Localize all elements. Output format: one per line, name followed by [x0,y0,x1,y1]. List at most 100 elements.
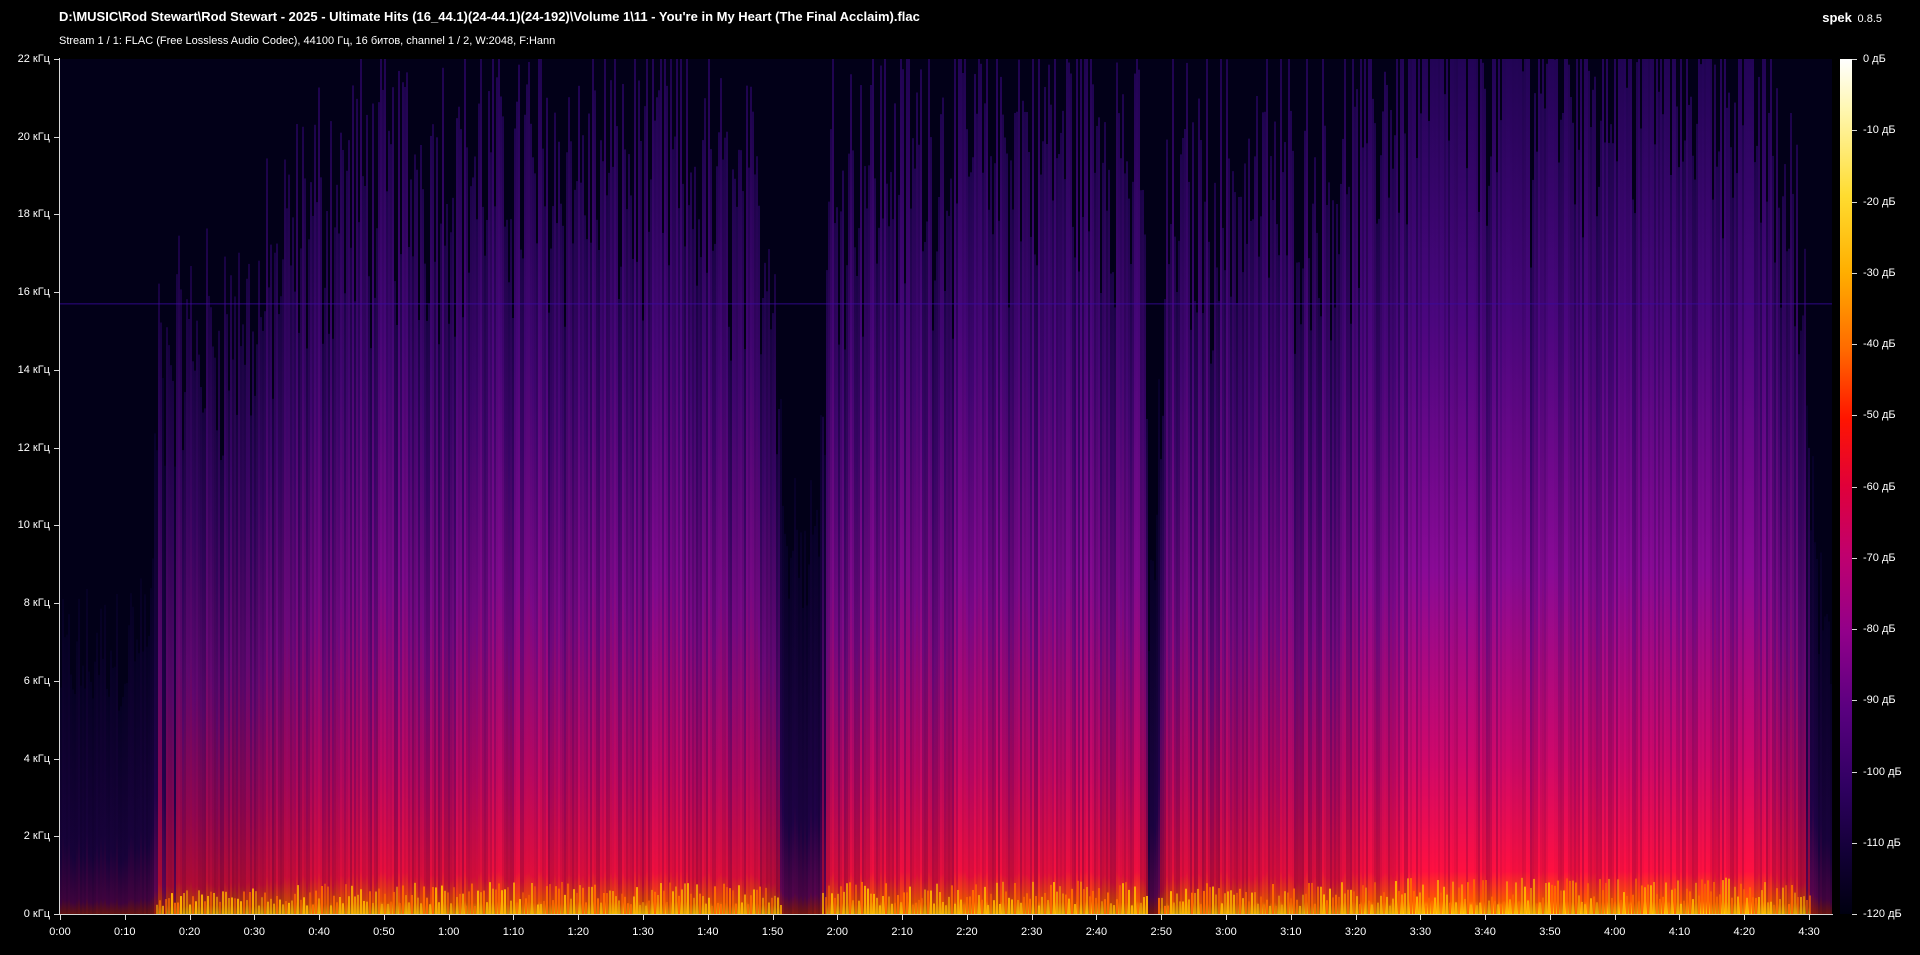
frequency-tick-label: 20 кГц [17,130,50,143]
db-color-scale [1840,59,1852,914]
frequency-tick [54,603,59,604]
db-tick [1852,558,1857,559]
spectrogram-plot[interactable] [60,59,1832,914]
frequency-tick [54,759,59,760]
time-tick-label: 0:30 [243,926,266,938]
db-tick [1852,415,1857,416]
time-tick [902,915,903,920]
time-tick-label: 0:40 [308,926,330,938]
db-tick-label: -30 дБ [1863,266,1896,279]
time-tick [837,915,838,920]
frequency-tick-label: 4 кГц [23,752,50,765]
time-tick [319,915,320,920]
db-tick [1852,487,1857,488]
frequency-tick-label: 8 кГц [23,597,50,610]
time-tick-label: 0:10 [114,926,136,938]
time-tick [60,915,61,920]
db-tick-label: -90 дБ [1863,694,1896,707]
time-tick-label: 3:30 [1409,926,1432,938]
frequency-tick [54,448,59,449]
time-tick [1420,915,1421,920]
frequency-tick [54,370,59,371]
time-tick [643,915,644,920]
time-tick-label: 0:50 [373,926,395,938]
time-tick-label: 3:40 [1474,926,1496,938]
db-tick [1852,59,1857,60]
frequency-tick-label: 6 кГц [23,674,50,687]
db-tick [1852,914,1857,915]
spectrogram-image [60,59,1832,914]
time-tick [384,915,385,920]
db-tick [1852,700,1857,701]
time-tick-label: 2:20 [956,926,978,938]
time-tick-label: 1:50 [761,926,784,938]
db-tick-label: -80 дБ [1863,623,1896,635]
time-tick-label: 3:00 [1215,926,1237,938]
db-tick-label: -70 дБ [1863,551,1896,564]
time-tick-label: 3:50 [1539,926,1561,938]
db-tick-label: -120 дБ [1863,908,1902,920]
time-tick [1550,915,1551,920]
frequency-tick [54,59,59,60]
time-tick [1096,915,1097,920]
time-tick [190,915,191,920]
db-tick [1852,130,1857,131]
time-tick-label: 1:10 [502,926,525,938]
frequency-tick-label: 16 кГц [17,286,50,299]
frequency-tick-label: 22 кГц [17,53,50,65]
app-brand: spek 0.8.5 [1822,10,1882,25]
db-tick-label: -110 дБ [1863,836,1901,849]
app-name: spek [1822,10,1852,25]
db-tick [1852,273,1857,274]
db-tick-label: 0 дБ [1863,53,1886,65]
time-tick-label: 1:00 [437,926,460,938]
file-path-title: D:\MUSIC\Rod Stewart\Rod Stewart - 2025 … [59,9,920,24]
frequency-tick-label: 2 кГц [23,830,50,843]
time-tick-label: 2:30 [1020,926,1043,938]
db-tick-label: -50 дБ [1863,409,1896,422]
time-tick-label: 4:10 [1668,926,1691,938]
db-tick-label: -60 дБ [1863,480,1896,493]
time-tick-label: 1:20 [567,926,589,938]
time-tick-label: 4:20 [1733,926,1755,938]
frequency-tick-label: 18 кГц [17,208,50,221]
frequency-tick [54,914,59,915]
time-tick-label: 2:40 [1085,926,1108,938]
db-tick [1852,344,1857,345]
time-tick [1615,915,1616,920]
time-tick [1485,915,1486,920]
frequency-tick-label: 12 кГц [17,441,50,454]
time-tick [1809,915,1810,920]
time-tick [1291,915,1292,920]
time-tick [1161,915,1162,920]
time-tick-label: 3:10 [1280,926,1302,938]
frequency-tick-label: 0 кГц [23,908,50,920]
frequency-tick [54,836,59,837]
db-tick-label: -20 дБ [1863,195,1896,208]
time-tick [449,915,450,920]
time-tick [1226,915,1227,920]
time-tick-label: 2:00 [826,926,849,938]
time-tick-label: 3:20 [1344,926,1367,938]
db-tick [1852,629,1857,630]
time-tick [773,915,774,920]
time-tick-label: 2:50 [1150,926,1172,938]
time-tick [1356,915,1357,920]
time-tick-label: 0:20 [178,926,201,938]
db-tick [1852,843,1857,844]
stream-info: Stream 1 / 1: FLAC (Free Lossless Audio … [59,35,556,47]
time-tick [1744,915,1745,920]
frequency-tick [54,137,59,138]
app-version: 0.8.5 [1857,13,1882,25]
time-tick [1679,915,1680,920]
time-tick [1032,915,1033,920]
frequency-tick [54,525,59,526]
time-tick [513,915,514,920]
db-tick-label: -10 дБ [1863,124,1896,137]
time-tick-label: 2:10 [891,926,913,938]
frequency-tick-label: 10 кГц [17,519,50,532]
frequency-tick [54,681,59,682]
time-tick [578,915,579,920]
time-tick [967,915,968,920]
frequency-tick [54,292,59,293]
